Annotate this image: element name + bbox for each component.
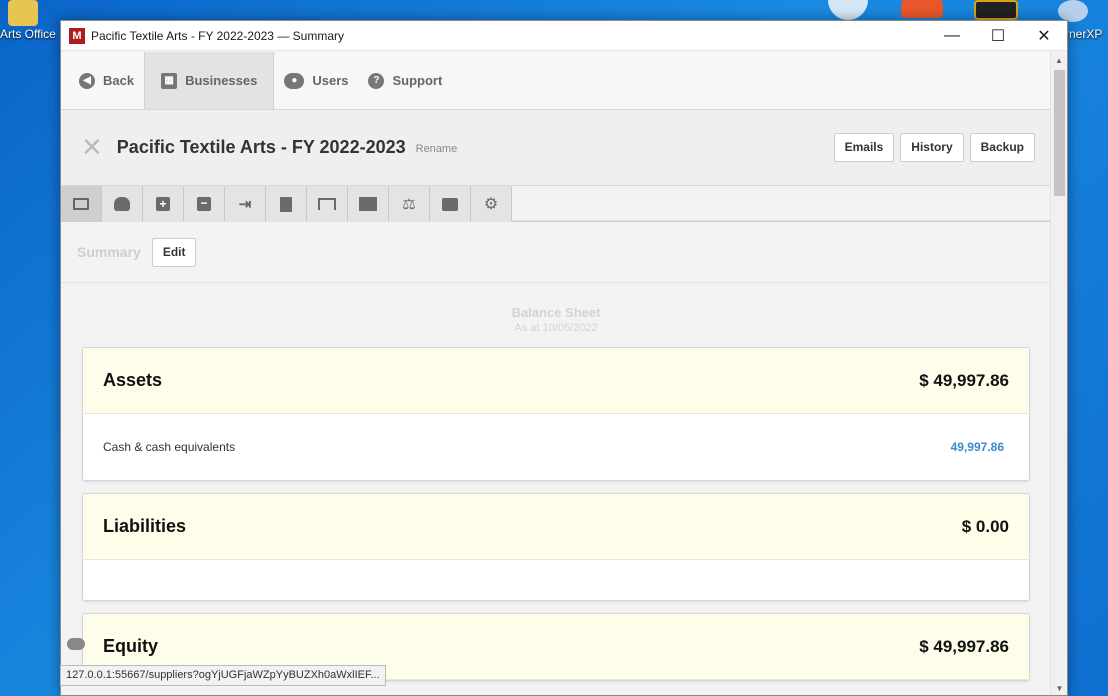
audio-app-icon — [901, 0, 943, 18]
app-logo-icon: M — [69, 27, 85, 44]
nav-back[interactable]: ◀ Back — [69, 52, 144, 109]
nav-support[interactable]: ? Support — [358, 52, 452, 109]
history-button[interactable]: History — [900, 133, 964, 162]
emails-button[interactable]: Emails — [833, 133, 895, 162]
buildings-icon — [359, 197, 377, 211]
assets-section: Assets $ 49,997.86 Cash & cash equivalen… — [82, 347, 1030, 481]
tool-buildings[interactable] — [348, 186, 389, 222]
assets-row: Cash & cash equivalents 49,997.86 — [83, 414, 1029, 480]
plus-square-icon: + — [156, 197, 170, 211]
nav-businesses[interactable]: ▦ Businesses — [144, 52, 275, 109]
clipboard-check-icon — [280, 196, 292, 212]
assets-header: Assets $ 49,997.86 — [83, 348, 1029, 414]
module-toolbar: + − ⇥ ⚖ ⚙ — [61, 186, 1051, 222]
business-header: ✕ Pacific Textile Arts - FY 2022-2023 Re… — [61, 110, 1051, 186]
tool-journal[interactable] — [266, 186, 307, 222]
desktop-shortcut-label: rnerXP — [1065, 27, 1103, 41]
tool-print[interactable] — [430, 186, 471, 222]
close-business-icon[interactable]: ✕ — [81, 132, 103, 163]
business-name: Pacific Textile Arts - FY 2022-2023 — [116, 137, 406, 157]
maximize-button[interactable]: ☐ — [975, 21, 1021, 51]
summary-row: Summary Edit — [61, 222, 1051, 283]
backup-button[interactable]: Backup — [969, 133, 1035, 162]
nav-users[interactable]: ● Users — [274, 52, 358, 109]
equity-total: $ 49,997.86 — [919, 636, 1009, 656]
camera-app-icon — [974, 0, 1018, 20]
scroll-down-icon[interactable]: ▼ — [1051, 680, 1067, 695]
tool-presentation[interactable] — [307, 186, 348, 222]
rename-link[interactable]: Rename — [416, 143, 458, 155]
report-title: Balance Sheet — [511, 305, 601, 320]
nav-back-label: Back — [103, 73, 135, 88]
equity-title: Equity — [103, 636, 159, 656]
toolbar-filler — [512, 186, 1051, 221]
desktop-shortcut-label: Arts Office — [0, 27, 56, 41]
liabilities-total: $ 0.00 — [961, 516, 1009, 536]
liabilities-section: Liabilities $ 0.00 — [82, 493, 1030, 601]
desktop-shortcut-1[interactable] — [820, 0, 876, 20]
close-window-button[interactable]: ✕ — [1021, 21, 1067, 51]
arrow-left-circle-icon: ◀ — [79, 72, 95, 89]
nav-businesses-label: Businesses — [185, 73, 258, 88]
assets-total: $ 49,997.86 — [919, 370, 1009, 390]
asset-label: Cash & cash equivalents — [103, 440, 236, 454]
edit-button[interactable]: Edit — [151, 237, 197, 267]
summary-label: Summary — [77, 244, 141, 260]
top-nav: ◀ Back ▦ Businesses ● Users ? Support — [61, 52, 1051, 110]
scroll-up-icon[interactable]: ▲ — [1051, 52, 1067, 69]
status-url: 127.0.0.1:55667/suppliers?ogYjUGFjaWZpYy… — [60, 665, 386, 686]
minimize-button[interactable]: — — [929, 21, 975, 51]
gear-icon: ⚙ — [483, 196, 499, 213]
liabilities-title: Liabilities — [103, 516, 187, 536]
vertical-scrollbar[interactable]: ▲ ▼ — [1050, 52, 1067, 695]
desktop-shortcut-arts-office[interactable]: Arts Office — [0, 0, 56, 41]
asset-value-link[interactable]: 49,997.86 — [951, 440, 1004, 454]
print-icon — [442, 197, 458, 211]
liabilities-header: Liabilities $ 0.00 — [83, 494, 1029, 560]
tool-balance[interactable]: ⚖ — [389, 186, 430, 222]
arrow-right-bar-icon: ⇥ — [238, 196, 252, 213]
nav-users-label: Users — [312, 73, 349, 88]
tool-receipts[interactable]: + — [143, 186, 184, 222]
disc-icon — [1058, 0, 1088, 22]
folder-icon — [8, 0, 38, 26]
coins-icon — [114, 197, 130, 211]
summary-icon — [73, 198, 89, 210]
main-content: ◀ Back ▦ Businesses ● Users ? Support ✕ … — [61, 52, 1051, 695]
liabilities-empty-body — [83, 560, 1029, 600]
tool-coins[interactable] — [102, 186, 143, 222]
desktop-shortcut-3[interactable] — [968, 0, 1024, 20]
desktop-shortcut-cornerxp[interactable]: rnerXP — [1045, 0, 1102, 41]
nav-support-label: Support — [392, 73, 443, 88]
users-icon: ● — [284, 72, 305, 89]
minus-square-icon: − — [197, 197, 211, 211]
question-circle-icon: ? — [368, 72, 385, 89]
scroll-thumb[interactable] — [1054, 70, 1065, 196]
balance-scale-icon: ⚖ — [402, 196, 416, 213]
app-window: M Pacific Textile Arts - FY 2022-2023 — … — [60, 20, 1068, 696]
presentation-icon — [318, 198, 336, 210]
assets-title: Assets — [103, 370, 163, 390]
building-icon: ▦ — [161, 72, 178, 89]
tool-settings[interactable]: ⚙ — [471, 186, 512, 222]
tool-summary[interactable] — [61, 186, 102, 222]
tool-payments[interactable]: − — [184, 186, 225, 222]
report-date: As at 10/05/2022 — [514, 322, 598, 334]
mask-icon — [67, 638, 85, 650]
tool-transfers[interactable]: ⇥ — [225, 186, 266, 222]
app-icon — [828, 0, 868, 20]
title-bar[interactable]: M Pacific Textile Arts - FY 2022-2023 — … — [61, 21, 1067, 51]
window-title: Pacific Textile Arts - FY 2022-2023 — Su… — [91, 28, 344, 43]
desktop-shortcut-2[interactable] — [894, 0, 950, 18]
